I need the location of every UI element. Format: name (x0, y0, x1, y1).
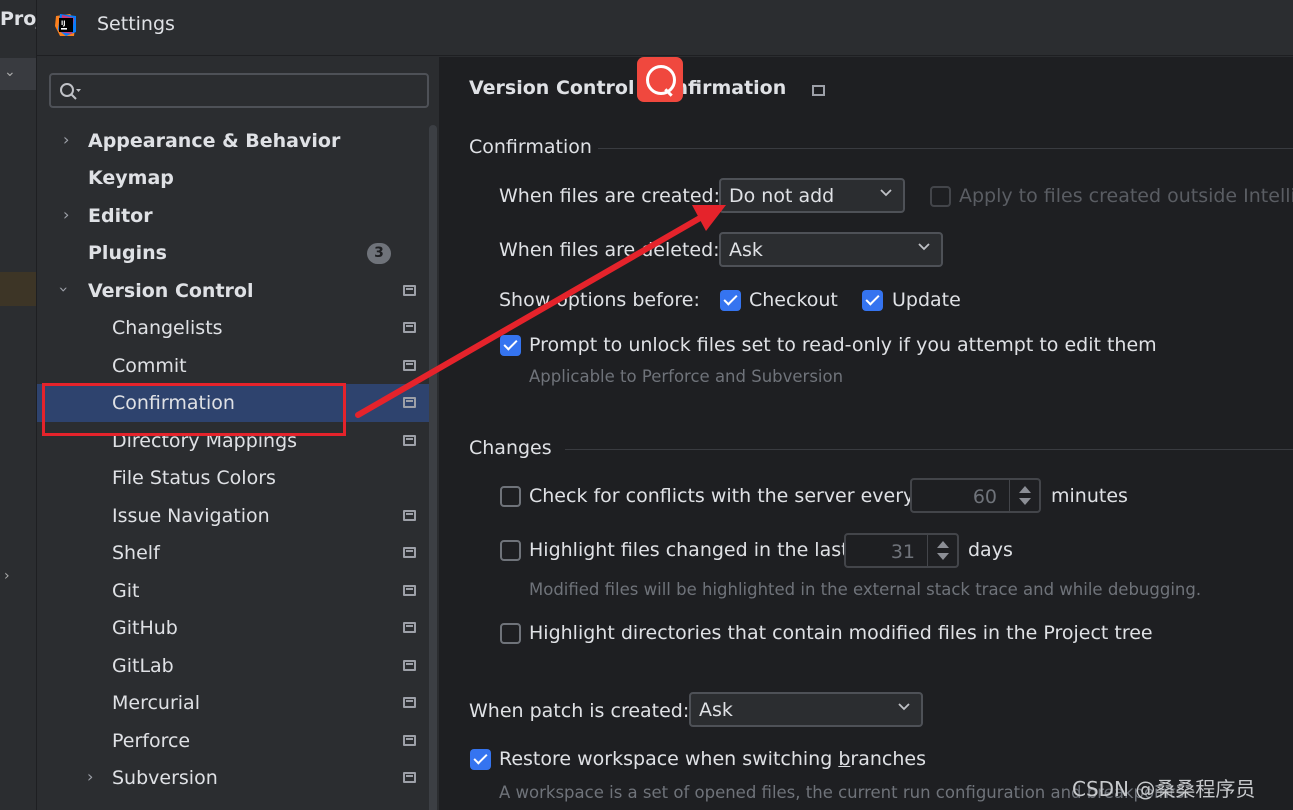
show-options-label: Show options before: (499, 289, 700, 311)
project-level-icon (403, 397, 416, 408)
tree-item-issue-navigation[interactable]: Issue Navigation (37, 499, 429, 533)
title-bar: IJ Settings (37, 0, 1293, 56)
separator (598, 148, 1293, 149)
check-conflicts-checkbox[interactable] (500, 486, 521, 507)
chevron-right-icon[interactable]: › (4, 568, 10, 584)
spinner-arrows-icon[interactable] (927, 535, 957, 566)
highlight-changed-label: Highlight files changed in the last (529, 539, 849, 561)
files-created-label: When files are created: (499, 185, 721, 207)
tree-item-github[interactable]: GitHub (37, 611, 429, 645)
tree-item-commit[interactable]: Commit (37, 349, 429, 383)
intellij-logo-icon: IJ (55, 14, 76, 36)
tree-scrollbar[interactable] (429, 125, 437, 810)
project-level-icon (403, 697, 416, 708)
check-conflicts-label: Check for conflicts with the server ever… (529, 485, 915, 507)
project-level-icon (403, 435, 416, 446)
prompt-unlock-checkbox[interactable] (500, 335, 521, 356)
project-level-icon (403, 585, 416, 596)
patch-created-label: When patch is created: (469, 700, 690, 722)
patch-created-select[interactable]: Ask (689, 692, 923, 727)
project-level-icon (403, 772, 416, 783)
breadcrumb-parent[interactable]: Version Control (469, 77, 634, 99)
separator (565, 449, 1293, 450)
checkout-label: Checkout (749, 289, 838, 311)
highlight-changed-hint: Modified files will be highlighted in th… (529, 580, 1202, 599)
tree-item-appearance[interactable]: › Appearance & Behavior (37, 124, 429, 158)
tree-item-shelf[interactable]: Shelf (37, 536, 429, 570)
search-icon (60, 83, 81, 100)
checkout-checkbox[interactable] (720, 290, 741, 311)
apply-outside-checkbox[interactable] (930, 186, 951, 207)
highlight-dirs-label: Highlight directories that contain modif… (529, 622, 1153, 644)
restore-workspace-checkbox[interactable] (470, 749, 491, 770)
settings-content-panel: Version Control nfirmation Confirmation W… (439, 57, 1293, 810)
project-level-icon (403, 360, 416, 371)
section-changes-title: Changes (469, 437, 552, 459)
svg-text:IJ: IJ (61, 20, 65, 27)
project-level-icon (403, 660, 416, 671)
chevron-down-icon (898, 703, 910, 711)
ide-highlighted-row (0, 272, 38, 306)
tree-item-mercurial[interactable]: Mercurial (37, 686, 429, 720)
tree-item-gitlab[interactable]: GitLab (37, 649, 429, 683)
project-level-icon (812, 85, 825, 96)
ide-background: Proj ⌄ › (0, 0, 43, 810)
watermark: CSDN @桑桑程序员 (1072, 777, 1256, 801)
project-level-icon (403, 622, 416, 633)
chevron-down-icon (918, 243, 930, 251)
tree-item-subversion[interactable]: › Subversion (37, 761, 429, 795)
window-title: Settings (97, 13, 175, 35)
prompt-unlock-label: Prompt to unlock files set to read-only … (529, 334, 1157, 356)
search-input[interactable] (49, 73, 429, 108)
project-level-icon (403, 735, 416, 746)
highlight-unit-label: days (968, 539, 1013, 561)
conflicts-minutes-spinner[interactable]: 60 (910, 478, 1041, 513)
chevron-right-icon[interactable]: › (63, 130, 69, 149)
files-deleted-select[interactable]: Ask (719, 232, 943, 267)
chevron-right-icon[interactable]: › (63, 205, 69, 224)
files-created-select[interactable]: Do not add (719, 178, 905, 213)
project-level-icon (403, 510, 416, 521)
restore-workspace-label: Restore workspace when switching branche… (499, 748, 926, 770)
section-confirmation-title: Confirmation (469, 136, 592, 158)
conflicts-unit-label: minutes (1051, 485, 1128, 507)
tree-item-changelists[interactable]: Changelists (37, 311, 429, 345)
tree-item-plugins[interactable]: Plugins 3 (37, 236, 429, 270)
highlight-changed-checkbox[interactable] (500, 540, 521, 561)
breadcrumb-current: nfirmation (674, 77, 787, 99)
tree-item-keymap[interactable]: Keymap (37, 161, 429, 195)
tree-item-file-status-colors[interactable]: File Status Colors (37, 461, 429, 495)
tree-item-perforce[interactable]: Perforce (37, 724, 429, 758)
project-level-icon (403, 547, 416, 558)
chevron-right-icon[interactable]: › (87, 767, 93, 786)
update-label: Update (892, 289, 961, 311)
csdn-search-icon (637, 57, 683, 102)
tree-item-editor[interactable]: › Editor (37, 199, 429, 233)
prompt-unlock-hint: Applicable to Perforce and Subversion (529, 367, 844, 386)
files-deleted-label: When files are deleted: (499, 239, 720, 261)
highlight-days-spinner[interactable]: 31 (844, 533, 959, 568)
spinner-arrows-icon[interactable] (1009, 480, 1039, 511)
tree-item-version-control[interactable]: › Version Control (37, 274, 429, 308)
annotation-highlight-box (42, 383, 346, 436)
apply-outside-label: Apply to files created outside IntelliJ (959, 185, 1293, 207)
chevron-down-icon (880, 189, 892, 197)
highlight-dirs-checkbox[interactable] (500, 623, 521, 644)
tree-item-git[interactable]: Git (37, 574, 429, 608)
project-level-icon (403, 322, 416, 333)
chevron-down-icon[interactable]: ⌄ (4, 64, 16, 80)
chevron-down-icon[interactable]: › (55, 286, 74, 292)
plugins-update-badge: 3 (367, 243, 391, 264)
breadcrumb: Version Control nfirmation (469, 77, 786, 99)
project-level-icon (403, 285, 416, 296)
update-checkbox[interactable] (862, 290, 883, 311)
